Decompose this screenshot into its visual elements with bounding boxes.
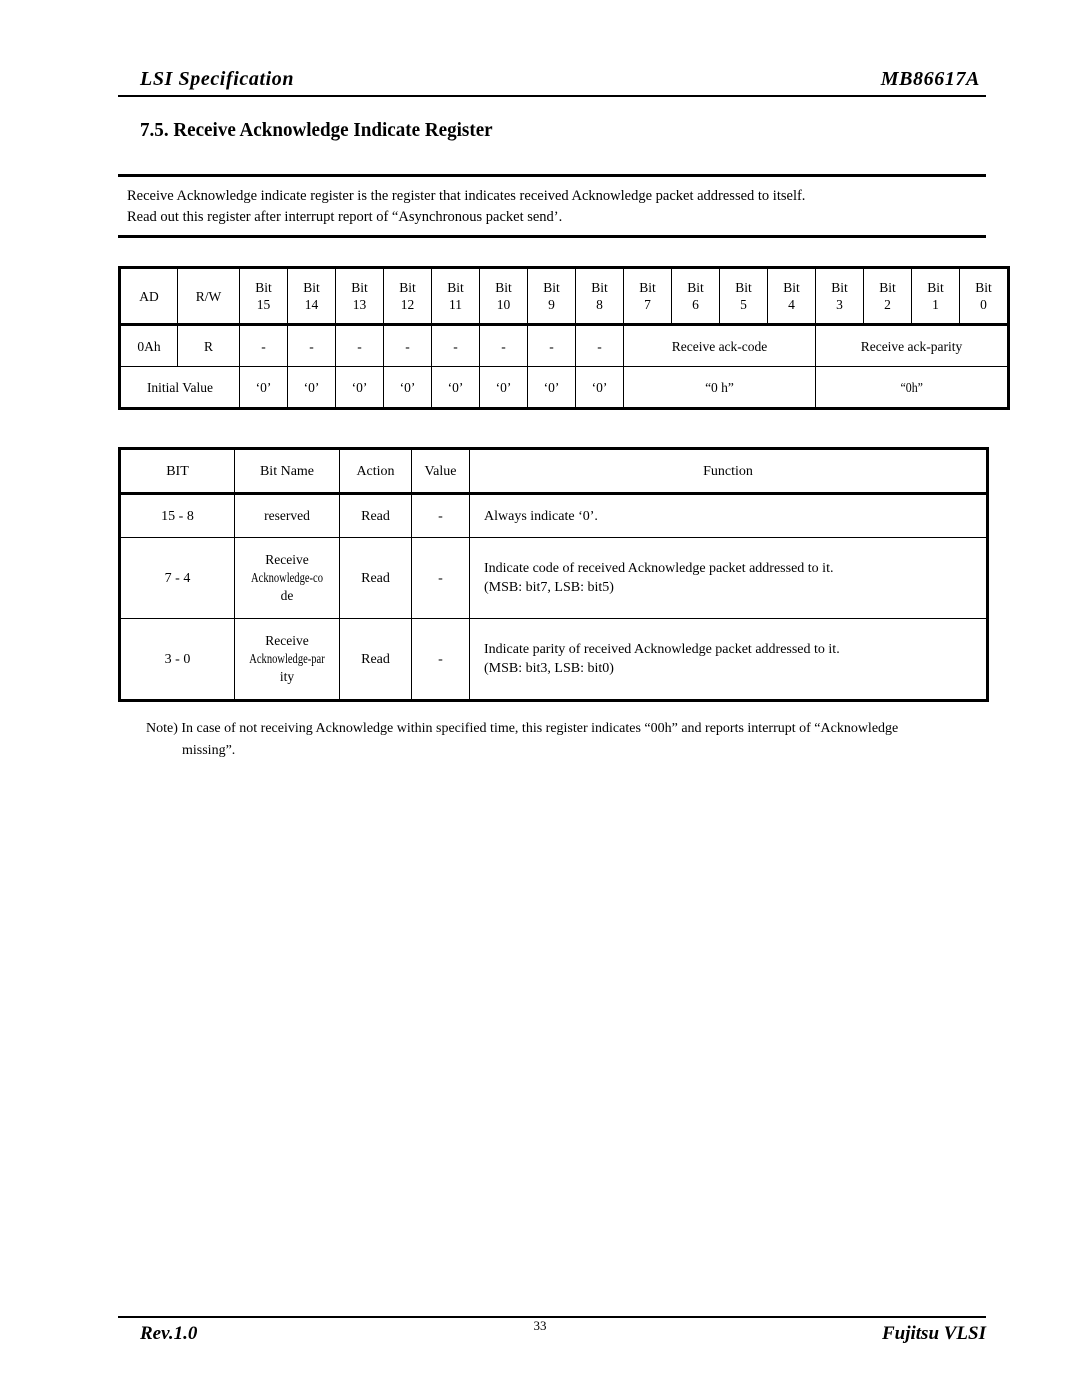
register-initial-bit-13: ‘0’ [335,366,384,410]
register-header-bit-3: Bit 3 [815,266,864,326]
footer-company: Fujitsu VLSI [881,1323,986,1344]
register-initial-bit-14: ‘0’ [287,366,336,410]
register-initial-ack-parity: “0h” [815,366,1010,410]
register-rw-value: R [177,324,240,367]
header-right-title: MB86617A [880,68,980,90]
description-block: Receive Acknowledge indicate register is… [127,186,987,228]
bit-value: - [411,537,470,619]
register-header-bit-6: Bit 6 [671,266,720,326]
register-header-bit-13: Bit 13 [335,266,384,326]
register-body-bit-11: - [431,324,480,367]
bit-range: 7 - 4 [118,537,235,619]
bit-action: Read [339,618,412,702]
bit-function-line-2: (MSB: bit7, LSB: bit5) [484,580,614,595]
register-address-value: 0Ah [118,324,178,367]
register-body-row: 0Ah R - - - - - - - - Receive ack-code R… [118,324,1010,367]
note-line-1: Note) In case of not receiving Acknowled… [146,721,899,736]
bit-table-row: 7 - 4 Receive Acknowledge-co de Read - I… [118,537,989,619]
bit-table-header-name: Bit Name [234,447,340,495]
register-initial-bit-15: ‘0’ [239,366,288,410]
register-body-bit-10: - [479,324,528,367]
bit-name: Receive Acknowledge-par ity [234,618,340,702]
register-body-bit-8: - [575,324,624,367]
register-field-ack-code: Receive ack-code [623,324,816,367]
bit-function: Indicate code of received Acknowledge pa… [469,537,989,619]
running-header: LSI Specification MB86617A [118,68,986,100]
register-header-bit-15: Bit 15 [239,266,288,326]
register-initial-row: Initial Value ‘0’ ‘0’ ‘0’ ‘0’ ‘0’ ‘0’ ‘0… [118,366,1010,410]
register-header-bit-7: Bit 7 [623,266,672,326]
register-body-bit-13: - [335,324,384,367]
bit-action: Read [339,493,412,538]
register-header-bit-0: Bit 0 [959,266,1010,326]
register-header-rw: R/W [177,266,240,326]
bit-value: - [411,493,470,538]
register-initial-ack-code: “0 h” [623,366,816,410]
bit-table-row: 3 - 0 Receive Acknowledge-par ity Read -… [118,618,989,702]
header-rule [118,95,986,97]
register-header-bit-5: Bit 5 [719,266,768,326]
register-body-bit-9: - [527,324,576,367]
register-field-ack-parity: Receive ack-parity [815,324,1010,367]
bit-function: Always indicate ‘0’. [469,493,989,538]
register-header-bit-12: Bit 12 [383,266,432,326]
bit-function-line-1: Always indicate ‘0’. [484,508,598,524]
register-bitmap-table: AD R/W Bit 15 Bit 14 Bit 13 Bit 12 Bit 1… [118,266,1010,410]
bit-table-header-row: BIT Bit Name Action Value Function [118,447,989,495]
description-line-2: Read out this register after interrupt r… [127,209,563,225]
bit-name: Receive Acknowledge-co de [234,537,340,619]
bit-action: Read [339,537,412,619]
description-line-1: Receive Acknowledge indicate register is… [127,188,806,204]
register-header-bit-14: Bit 14 [287,266,336,326]
register-initial-bit-9: ‘0’ [527,366,576,410]
bit-table-row: 15 - 8 reserved Read - Always indicate ‘… [118,493,989,538]
bit-table-header-bit: BIT [118,447,235,495]
register-initial-bit-12: ‘0’ [383,366,432,410]
register-initial-bit-11: ‘0’ [431,366,480,410]
bit-table-header-value: Value [411,447,470,495]
register-header-bit-9: Bit 9 [527,266,576,326]
register-header-ad: AD [118,266,178,326]
bit-range: 15 - 8 [118,493,235,538]
register-initial-label: Initial Value [118,366,240,410]
bit-value: - [411,618,470,702]
bit-name: reserved [234,493,340,538]
bit-table-header-function: Function [469,447,989,495]
note-line-2: missing”. [182,743,236,758]
register-header-bit-11: Bit 11 [431,266,480,326]
register-body-bit-14: - [287,324,336,367]
register-header-bit-4: Bit 4 [767,266,816,326]
register-initial-bit-10: ‘0’ [479,366,528,410]
bit-range: 3 - 0 [118,618,235,702]
register-header-bit-2: Bit 2 [863,266,912,326]
bit-function-line-1: Indicate code of received Acknowledge pa… [484,561,834,576]
note-block: Note) In case of not receiving Acknowled… [146,718,992,762]
bit-description-table: BIT Bit Name Action Value Function 15 - … [118,447,989,702]
bit-function-line-2: (MSB: bit3, LSB: bit0) [484,661,614,676]
bit-function: Indicate parity of received Acknowledge … [469,618,989,702]
register-body-bit-15: - [239,324,288,367]
bit-table-header-action: Action [339,447,412,495]
register-header-bit-10: Bit 10 [479,266,528,326]
register-header-bit-8: Bit 8 [575,266,624,326]
register-header-bit-1: Bit 1 [911,266,960,326]
section-title: 7.5. Receive Acknowledge Indicate Regist… [140,119,493,141]
register-header-row: AD R/W Bit 15 Bit 14 Bit 13 Bit 12 Bit 1… [118,266,1010,326]
description-rule-top [118,174,986,177]
register-body-bit-12: - [383,324,432,367]
document-page: LSI Specification MB86617A 7.5. Receive … [0,0,1080,1397]
register-initial-bit-8: ‘0’ [575,366,624,410]
header-left-title: LSI Specification [140,68,295,90]
bit-function-line-1: Indicate parity of received Acknowledge … [484,642,840,657]
description-rule-bottom [118,235,986,238]
